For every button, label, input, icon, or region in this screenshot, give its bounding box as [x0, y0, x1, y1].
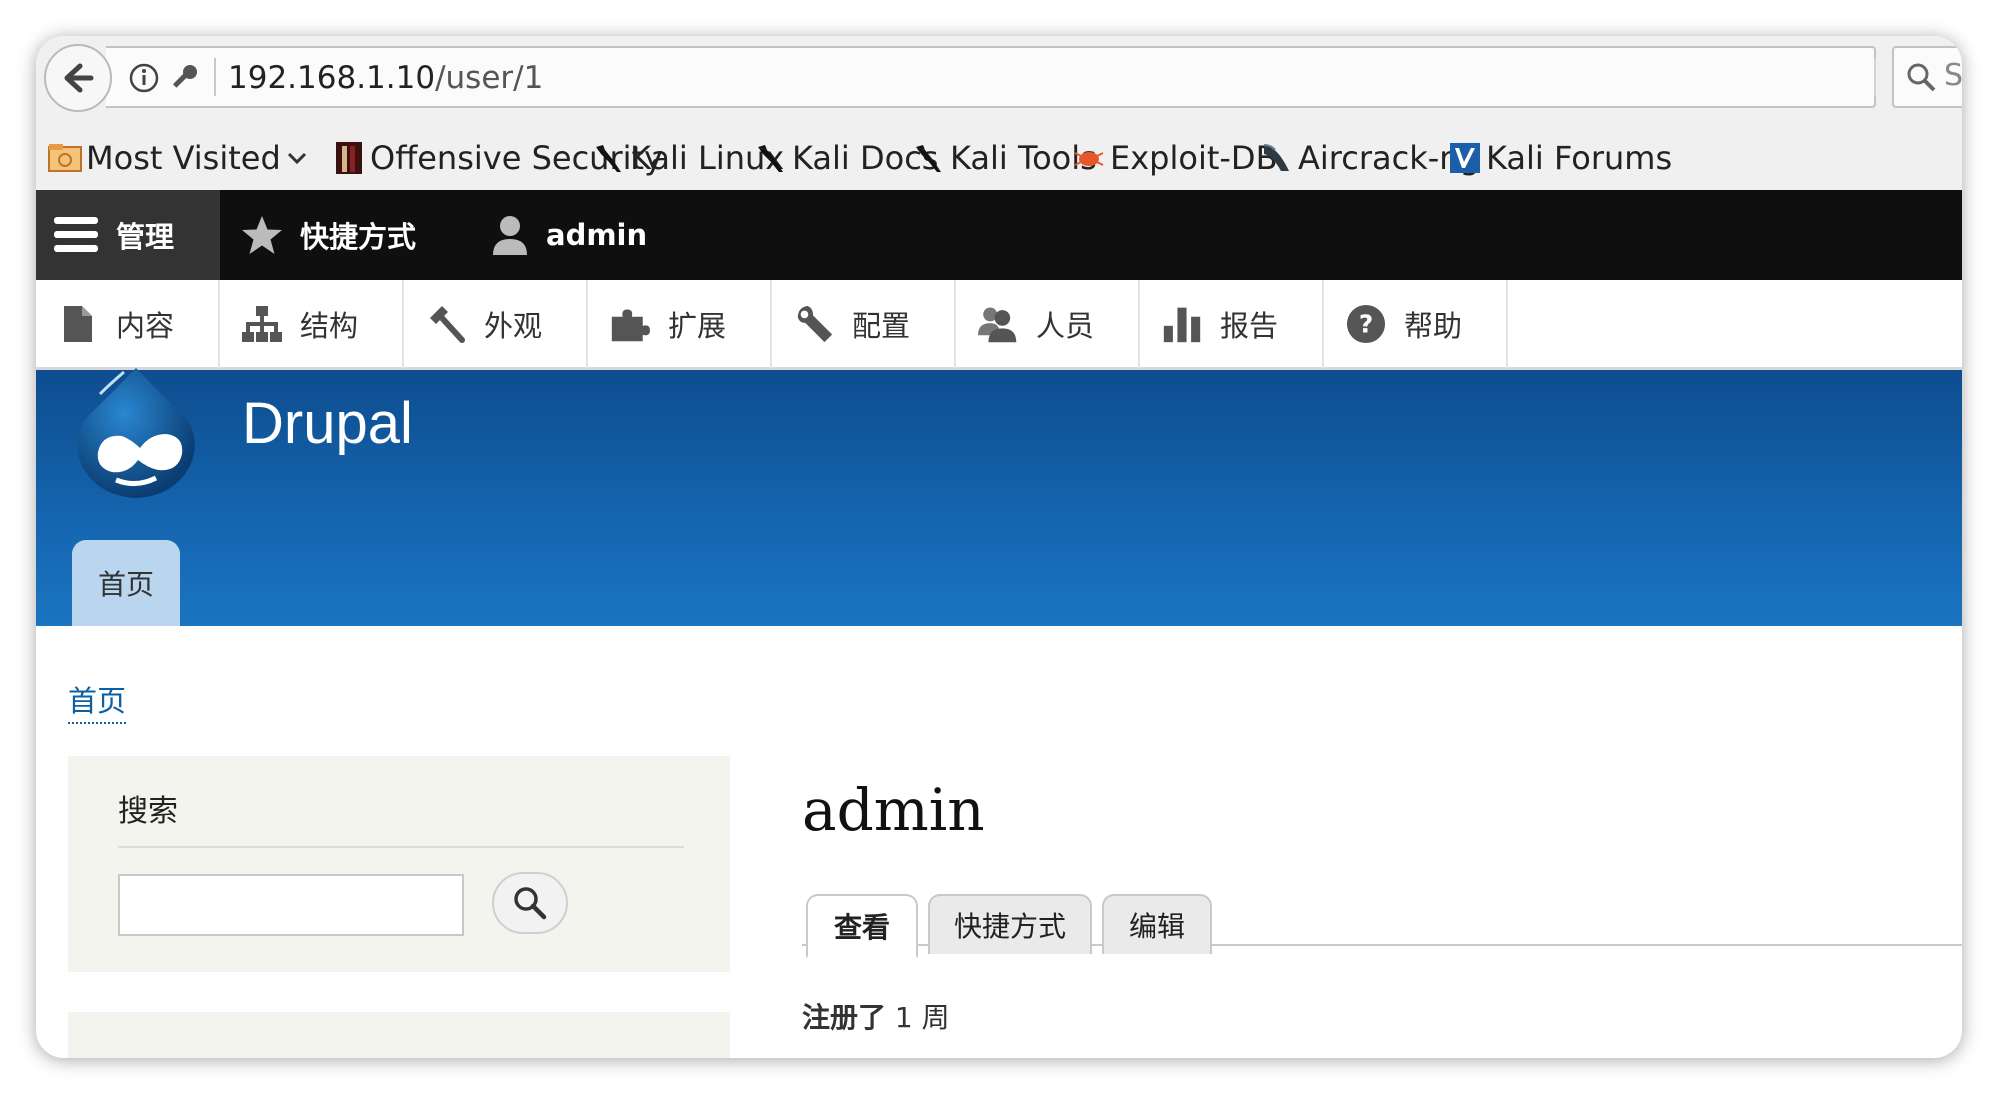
url-host: 192.168.1.10 — [228, 60, 436, 96]
tab-view[interactable]: 查看 — [806, 894, 918, 958]
structure-icon — [242, 304, 282, 344]
block-divider — [118, 846, 684, 848]
tray-item-appearance[interactable]: 外观 — [404, 280, 588, 368]
bookmark-kali-tools[interactable]: Kali Tools — [912, 138, 1097, 178]
url-path: /user/1 — [435, 60, 544, 96]
tray-item-reports[interactable]: 报告 — [1140, 280, 1324, 368]
tray-item-help[interactable]: ? 帮助 — [1324, 280, 1508, 368]
tray-label: 扩展 — [668, 309, 727, 343]
tab-edit[interactable]: 编辑 — [1102, 894, 1212, 954]
bookmarks-bar: Most Visited Offensive Security Kali Lin… — [36, 122, 1962, 190]
sidebar-block — [68, 1012, 730, 1058]
extend-icon — [610, 304, 650, 344]
appearance-icon — [426, 304, 466, 344]
member-for-label: 注册了 — [802, 1001, 887, 1034]
member-for-value: 1 周 — [894, 1001, 950, 1034]
search-placeholder: S — [1944, 58, 1962, 93]
kali-dragon-icon — [592, 141, 626, 175]
tray-label: 帮助 — [1404, 309, 1463, 343]
people-icon — [978, 304, 1018, 344]
bookmark-kali-docs[interactable]: Kali Docs — [754, 138, 938, 178]
exploitdb-icon — [1072, 141, 1106, 175]
bookmark-aircrack-ng[interactable]: Aircrack-ng — [1260, 138, 1480, 178]
key-icon[interactable] — [168, 62, 200, 98]
reload-separator — [1874, 58, 1876, 96]
kali-forums-icon — [1448, 141, 1482, 175]
url-text[interactable]: 192.168.1.10/user/1 — [228, 58, 543, 98]
search-icon — [1904, 60, 1938, 98]
admin-toolbar: 管理 快捷方式 admin — [36, 190, 1962, 280]
search-button[interactable] — [492, 872, 568, 934]
tray-label: 结构 — [300, 309, 359, 343]
site-header: Drupal 首页 — [36, 368, 1962, 626]
breadcrumb-home-link[interactable]: 首页 — [68, 678, 127, 724]
member-for: 注册了 1 周 — [802, 996, 950, 1036]
admin-toolbar-tray: 内容 结构 外观 扩展 配置 人员 报告 ? 帮助 — [36, 280, 1962, 370]
bookmark-label: Kali Forums — [1486, 139, 1673, 177]
manage-label: 管理 — [116, 220, 175, 254]
search-block-title: 搜索 — [118, 794, 178, 829]
tray-label: 内容 — [116, 309, 175, 343]
tray-label: 外观 — [484, 309, 543, 343]
main-content: 首页 搜索 admin 查看 快捷方式 编辑 注册了 1 周 — [36, 626, 1962, 1058]
content-icon — [58, 304, 98, 344]
tab-shortcuts[interactable]: 快捷方式 — [928, 894, 1092, 954]
tray-label: 人员 — [1036, 309, 1095, 343]
tray-item-structure[interactable]: 结构 — [220, 280, 404, 368]
aircrack-icon — [1260, 141, 1294, 175]
shortcuts-label: 快捷方式 — [300, 220, 417, 254]
kali-dragon-icon — [754, 141, 788, 175]
tray-item-extend[interactable]: 扩展 — [588, 280, 772, 368]
star-icon — [240, 214, 284, 256]
browser-search-box[interactable]: S — [1892, 46, 1962, 108]
user-label: admin — [546, 218, 648, 252]
search-input[interactable] — [118, 874, 464, 936]
user-icon — [490, 213, 530, 257]
hamburger-menu-icon — [54, 215, 98, 255]
info-icon[interactable] — [128, 62, 160, 98]
offsec-icon — [332, 141, 366, 175]
search-icon — [514, 887, 547, 920]
home-nav-tab[interactable]: 首页 — [72, 540, 180, 626]
back-button[interactable] — [44, 44, 112, 112]
bar-chart-icon — [1162, 304, 1202, 344]
tray-item-config[interactable]: 配置 — [772, 280, 956, 368]
page-title: admin — [802, 776, 985, 844]
wrench-icon — [794, 304, 834, 344]
search-block: 搜索 — [68, 756, 730, 972]
navigation-bar: 192.168.1.10/user/1 S — [36, 36, 1962, 122]
bookmark-label: Most Visited — [86, 139, 281, 177]
bookmark-exploit-db[interactable]: Exploit-DB — [1072, 138, 1278, 178]
kali-dragon-icon — [912, 141, 946, 175]
help-icon: ? — [1346, 304, 1386, 344]
svg-text:?: ? — [1359, 310, 1373, 339]
toolbar-manage-tab[interactable]: 管理 — [36, 190, 220, 280]
url-bar[interactable]: 192.168.1.10/user/1 — [106, 46, 1923, 108]
toolbar-shortcuts[interactable]: 快捷方式 — [240, 190, 416, 280]
arrow-left-icon — [64, 63, 94, 93]
url-separator — [214, 58, 216, 96]
bookmark-most-visited[interactable]: Most Visited — [48, 138, 309, 178]
browser-window: 192.168.1.10/user/1 S Most Visited Offen… — [36, 36, 1962, 1058]
tray-item-people[interactable]: 人员 — [956, 280, 1140, 368]
folder-icon — [48, 141, 82, 175]
site-name[interactable]: Drupal — [242, 390, 413, 457]
bookmark-label: Exploit-DB — [1110, 139, 1278, 177]
drupal-logo-icon[interactable] — [66, 364, 206, 508]
tray-item-content[interactable]: 内容 — [36, 280, 220, 368]
chevron-down-icon — [287, 152, 306, 165]
bookmark-kali-forums[interactable]: Kali Forums — [1448, 138, 1672, 178]
tray-label: 报告 — [1220, 309, 1279, 343]
toolbar-user[interactable]: admin — [490, 190, 647, 280]
tray-label: 配置 — [852, 309, 911, 343]
